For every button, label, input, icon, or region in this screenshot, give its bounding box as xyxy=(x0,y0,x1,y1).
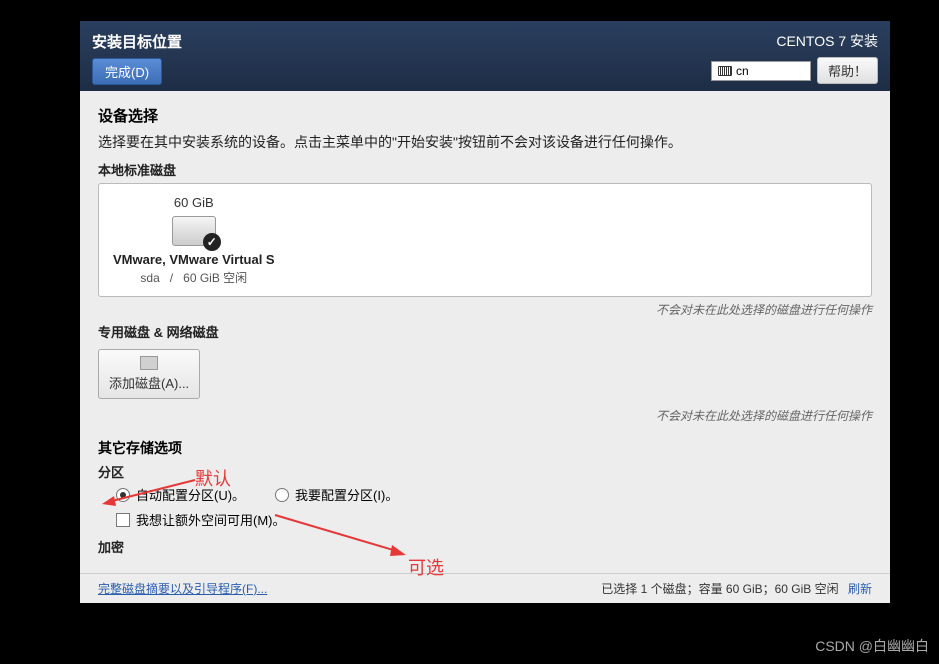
manual-partition-radio[interactable]: 我要配置分区(I)。 xyxy=(275,485,398,504)
lang-code: cn xyxy=(736,64,749,78)
footer: 完整磁盘摘要以及引导程序(F)... 已选择 1 个磁盘；容量 60 GiB；6… xyxy=(80,573,890,603)
checkbox-icon xyxy=(116,513,130,527)
radio-icon xyxy=(275,488,289,502)
extra-space-checkbox[interactable]: 我想让额外空间可用(M)。 xyxy=(116,510,872,529)
watermark: CSDN @白幽幽白 xyxy=(815,636,929,656)
page-title: 安装目标位置 xyxy=(92,31,182,52)
installer-window: 安装目标位置 完成(D) CENTOS 7 安装 cn 帮助！ 设备选择 选择要… xyxy=(80,21,890,603)
radio-icon xyxy=(116,488,130,502)
os-label: CENTOS 7 安装 xyxy=(776,31,878,51)
disk-sep: / xyxy=(170,271,173,285)
add-disk-icon xyxy=(140,356,158,370)
selection-status: 已选择 1 个磁盘；容量 60 GiB；60 GiB 空闲 xyxy=(601,582,838,596)
partition-options: 自动配置分区(U)。 我要配置分区(I)。 我想让额外空间可用(M)。 xyxy=(98,485,872,529)
done-button[interactable]: 完成(D) xyxy=(92,58,162,85)
disk-id: sda xyxy=(140,271,159,285)
header-left: 安装目标位置 完成(D) xyxy=(92,31,182,81)
disk-free: 60 GiB 空闲 xyxy=(183,271,247,285)
manual-radio-label: 我要配置分区(I)。 xyxy=(295,485,398,504)
specialized-label: 专用磁盘 & 网络磁盘 xyxy=(80,322,890,341)
radio-row: 自动配置分区(U)。 我要配置分区(I)。 xyxy=(116,485,872,504)
auto-radio-label: 自动配置分区(U)。 xyxy=(136,485,245,504)
device-selection-desc: 选择要在其中安装系统的设备。点击主菜单中的"开始安装"按钮前不会对该设备进行任何… xyxy=(80,132,890,152)
footer-status: 已选择 1 个磁盘；容量 60 GiB；60 GiB 空闲 刷新 xyxy=(601,580,872,597)
header-controls: cn 帮助！ xyxy=(711,57,878,84)
local-disks-panel: 60 GiB ✓ VMware, VMware Virtual S sda / … xyxy=(98,183,872,297)
encryption-label: 加密 xyxy=(98,537,872,556)
disk-size: 60 GiB xyxy=(174,195,214,210)
specialized-hint: 不会对未在此处选择的磁盘进行任何操作 xyxy=(80,403,890,428)
header: 安装目标位置 完成(D) CENTOS 7 安装 cn 帮助！ xyxy=(80,21,890,91)
device-selection-title: 设备选择 xyxy=(80,105,890,126)
disk-detail: sda / 60 GiB 空闲 xyxy=(140,269,247,286)
auto-partition-radio[interactable]: 自动配置分区(U)。 xyxy=(116,485,245,504)
storage-options-heading: 其它存储选项 xyxy=(98,438,872,458)
storage-options: 其它存储选项 分区 自动配置分区(U)。 我要配置分区(I)。 我想让额外空间可… xyxy=(80,428,890,564)
refresh-link[interactable]: 刷新 xyxy=(848,582,872,596)
help-button[interactable]: 帮助！ xyxy=(817,57,878,84)
keyboard-layout-selector[interactable]: cn xyxy=(711,61,811,81)
add-disk-button[interactable]: 添加磁盘(A)... xyxy=(98,349,200,399)
header-right: CENTOS 7 安装 cn 帮助！ xyxy=(711,31,878,81)
hard-disk-icon: ✓ xyxy=(172,216,216,246)
disk-name: VMware, VMware Virtual S xyxy=(113,252,275,267)
content: 设备选择 选择要在其中安装系统的设备。点击主菜单中的"开始安装"按钮前不会对该设… xyxy=(80,91,890,573)
check-icon: ✓ xyxy=(203,233,221,251)
local-disks-label: 本地标准磁盘 xyxy=(80,160,890,179)
disk-item[interactable]: 60 GiB ✓ VMware, VMware Virtual S sda / … xyxy=(113,195,275,286)
partition-label: 分区 xyxy=(98,462,872,481)
disk-summary-link[interactable]: 完整磁盘摘要以及引导程序(F)... xyxy=(98,580,267,597)
extra-space-label: 我想让额外空间可用(M)。 xyxy=(136,510,286,529)
add-disk-label: 添加磁盘(A)... xyxy=(109,373,189,392)
keyboard-icon xyxy=(718,66,732,76)
local-hint: 不会对未在此处选择的磁盘进行任何操作 xyxy=(80,297,890,322)
